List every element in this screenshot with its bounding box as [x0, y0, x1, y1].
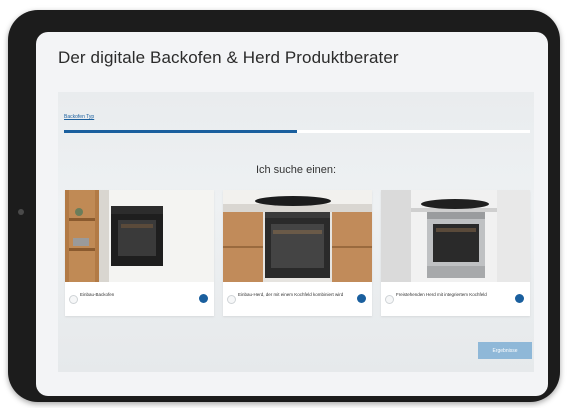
option-label: Einbau-Herd, der mit einem Kochfeld komb… — [238, 292, 344, 297]
info-icon[interactable] — [357, 294, 366, 303]
option-card-footer: Einbau-Herd, der mit einem Kochfeld komb… — [223, 282, 372, 316]
product-advisor-panel: Backofen Typ Ich suche einen: Einbau-Bac… — [58, 92, 534, 372]
radio-button-icon[interactable] — [227, 295, 236, 304]
radio-button-icon[interactable] — [385, 295, 394, 304]
option-card-einbau-herd[interactable]: Einbau-Herd, der mit einem Kochfeld komb… — [223, 190, 372, 316]
option-card-footer: Freistehenden Herd mit integriertem Koch… — [381, 282, 530, 316]
page-title: Der digitale Backofen & Herd Produktbera… — [58, 48, 399, 67]
built-in-oven-image — [65, 190, 214, 282]
progress-bar — [64, 130, 530, 133]
question-heading: Ich suche einen: — [255, 164, 337, 176]
info-icon[interactable] — [515, 294, 524, 303]
option-label: Einbau-Backofen — [80, 292, 115, 297]
built-in-range-image — [223, 190, 372, 282]
option-card-einbau-backofen[interactable]: Einbau-Backofen — [65, 190, 214, 316]
option-card-freistehender-herd[interactable]: Freistehenden Herd mit integriertem Koch… — [381, 190, 530, 316]
info-icon[interactable] — [199, 294, 208, 303]
step-link-backofen-typ[interactable]: Backofen Typ — [64, 114, 94, 120]
app-screen: Der digitale Backofen & Herd Produktbera… — [36, 32, 548, 396]
tablet-device: Der digitale Backofen & Herd Produktbera… — [8, 10, 560, 402]
radio-button-icon[interactable] — [69, 295, 78, 304]
camera-icon — [18, 209, 24, 215]
option-label: Freistehenden Herd mit integriertem Koch… — [396, 292, 487, 297]
freestanding-cooker-image — [381, 190, 530, 282]
option-card-footer: Einbau-Backofen — [65, 282, 214, 316]
option-cards: Einbau-Backofen Einbau-Herd, der mit ein… — [65, 190, 531, 316]
progress-bar-fill — [64, 130, 297, 133]
results-button[interactable]: Ergebnisse — [478, 342, 532, 359]
